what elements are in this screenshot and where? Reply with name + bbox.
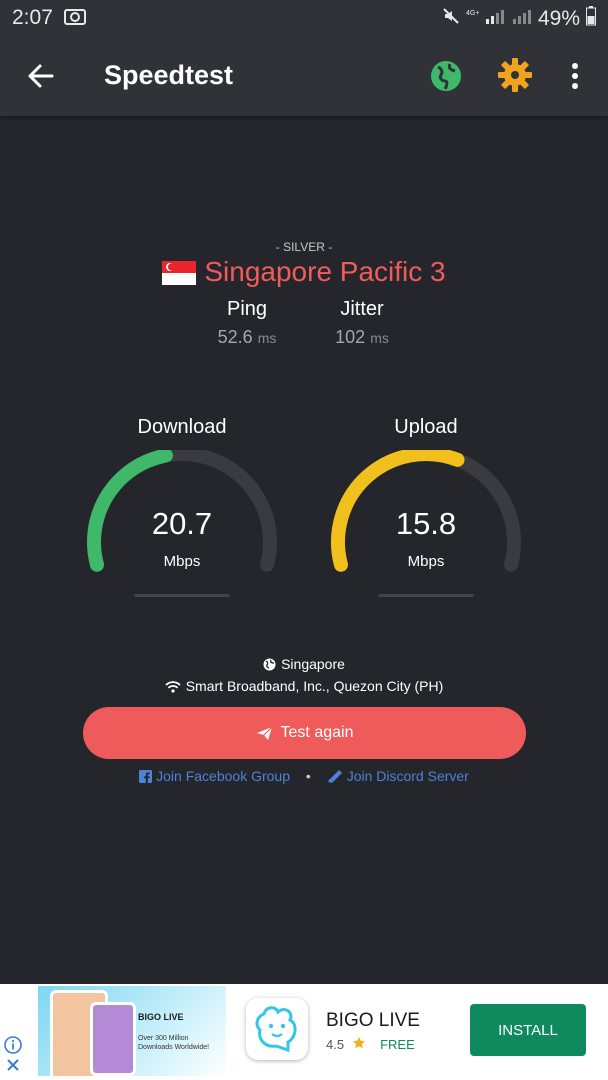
upload-unit: Mbps <box>407 553 445 570</box>
upload-value: 15.8 <box>395 506 457 541</box>
server-name: Singapore Pacific 3 <box>204 256 446 287</box>
ad-app-name: BIGO LIVE <box>326 1010 420 1031</box>
community-links: Join Facebook Group • Join Discord Serve… <box>0 768 608 784</box>
jitter-unit: ms <box>370 330 389 346</box>
bigo-live-app-icon[interactable] <box>246 998 308 1060</box>
jitter-metric: Jitter 102 ms <box>302 298 422 348</box>
ad-banner-image[interactable]: BIGO LIVE Over 300 Million Downloads Wor… <box>38 986 226 1076</box>
ping-label: Ping <box>226 298 268 320</box>
test-location: Singapore <box>0 656 608 672</box>
test-again-button[interactable]: Test again <box>83 707 526 759</box>
ad-banner[interactable]: BIGO LIVE Over 300 Million Downloads Wor… <box>0 984 608 1080</box>
info-icon <box>4 1036 22 1054</box>
server-selector[interactable]: Singapore Pacific 3 <box>0 256 608 292</box>
status-bar: 2:07 4G+ 49% <box>0 0 608 36</box>
discord-link-label: Join Discord Server <box>346 768 469 784</box>
more-vertical-icon <box>572 63 578 89</box>
download-unit: Mbps <box>163 553 201 570</box>
ping-metric: Ping 52.6 ms <box>187 298 307 348</box>
test-again-label: Test again <box>280 724 354 741</box>
server-tier: - SILVER - <box>275 240 333 254</box>
ad-rating-value: 4.5 <box>326 1037 345 1052</box>
ad-phone-image-2 <box>90 1002 136 1076</box>
isp-info: Smart Broadband, Inc., Quezon City (PH) <box>0 678 608 694</box>
close-icon <box>7 1059 19 1071</box>
signal-4g-icon: 4G+ <box>466 7 506 31</box>
arrow-left-icon <box>28 64 54 88</box>
battery-icon <box>586 6 596 32</box>
location-city: Singapore <box>281 656 345 672</box>
paper-plane-icon <box>256 726 272 740</box>
camera-notification-icon <box>64 9 86 30</box>
facebook-link-label: Join Facebook Group <box>156 768 290 784</box>
isp-name: Smart Broadband, Inc., Quezon City (PH) <box>185 678 444 694</box>
mute-icon <box>442 7 460 31</box>
wifi-icon <box>165 681 181 693</box>
upload-title: Upload <box>394 416 458 438</box>
page-title: Speedtest <box>104 60 234 90</box>
settings-button[interactable] <box>496 56 534 94</box>
discord-server-link[interactable]: Join Discord Server <box>327 768 469 784</box>
facebook-icon <box>139 770 153 783</box>
link-separator: • <box>305 768 311 784</box>
ad-rating: 4.5 FREE <box>326 1036 415 1053</box>
svg-text:4G+: 4G+ <box>466 10 479 17</box>
status-time: 2:07 <box>12 6 53 29</box>
ping-unit: ms <box>257 330 277 346</box>
facebook-group-link[interactable]: Join Facebook Group <box>139 768 294 784</box>
back-button[interactable] <box>22 58 58 94</box>
globe-small-icon <box>263 658 276 671</box>
ad-info-button[interactable] <box>4 1036 22 1054</box>
ad-price: FREE <box>380 1037 415 1052</box>
discord-icon <box>327 770 342 783</box>
download-title: Download <box>137 416 227 438</box>
star-icon <box>352 1036 366 1053</box>
upload-progress-bar <box>378 594 474 597</box>
server-map-button[interactable] <box>428 58 464 94</box>
download-value: 20.7 <box>151 506 213 541</box>
install-button[interactable]: INSTALL <box>470 1004 586 1056</box>
app-bar: Speedtest <box>0 36 608 116</box>
ad-banner-tagline: Over 300 Million Downloads Worldwide! <box>138 1035 210 1051</box>
battery-level: 49% <box>537 7 580 30</box>
ad-close-button[interactable] <box>6 1058 20 1072</box>
globe-icon <box>431 61 461 91</box>
singapore-flag-icon <box>162 260 197 292</box>
signal-icon <box>512 7 532 31</box>
status-indicators: 4G+ 49% <box>442 6 596 32</box>
ping-value: 52.6 <box>217 327 253 347</box>
jitter-label: Jitter <box>340 298 384 320</box>
download-progress-bar <box>134 594 230 597</box>
jitter-value: 102 <box>335 327 366 347</box>
ad-banner-brand: BIGO LIVE <box>138 1012 184 1022</box>
overflow-menu-button[interactable] <box>560 58 590 94</box>
gear-icon <box>498 58 532 92</box>
